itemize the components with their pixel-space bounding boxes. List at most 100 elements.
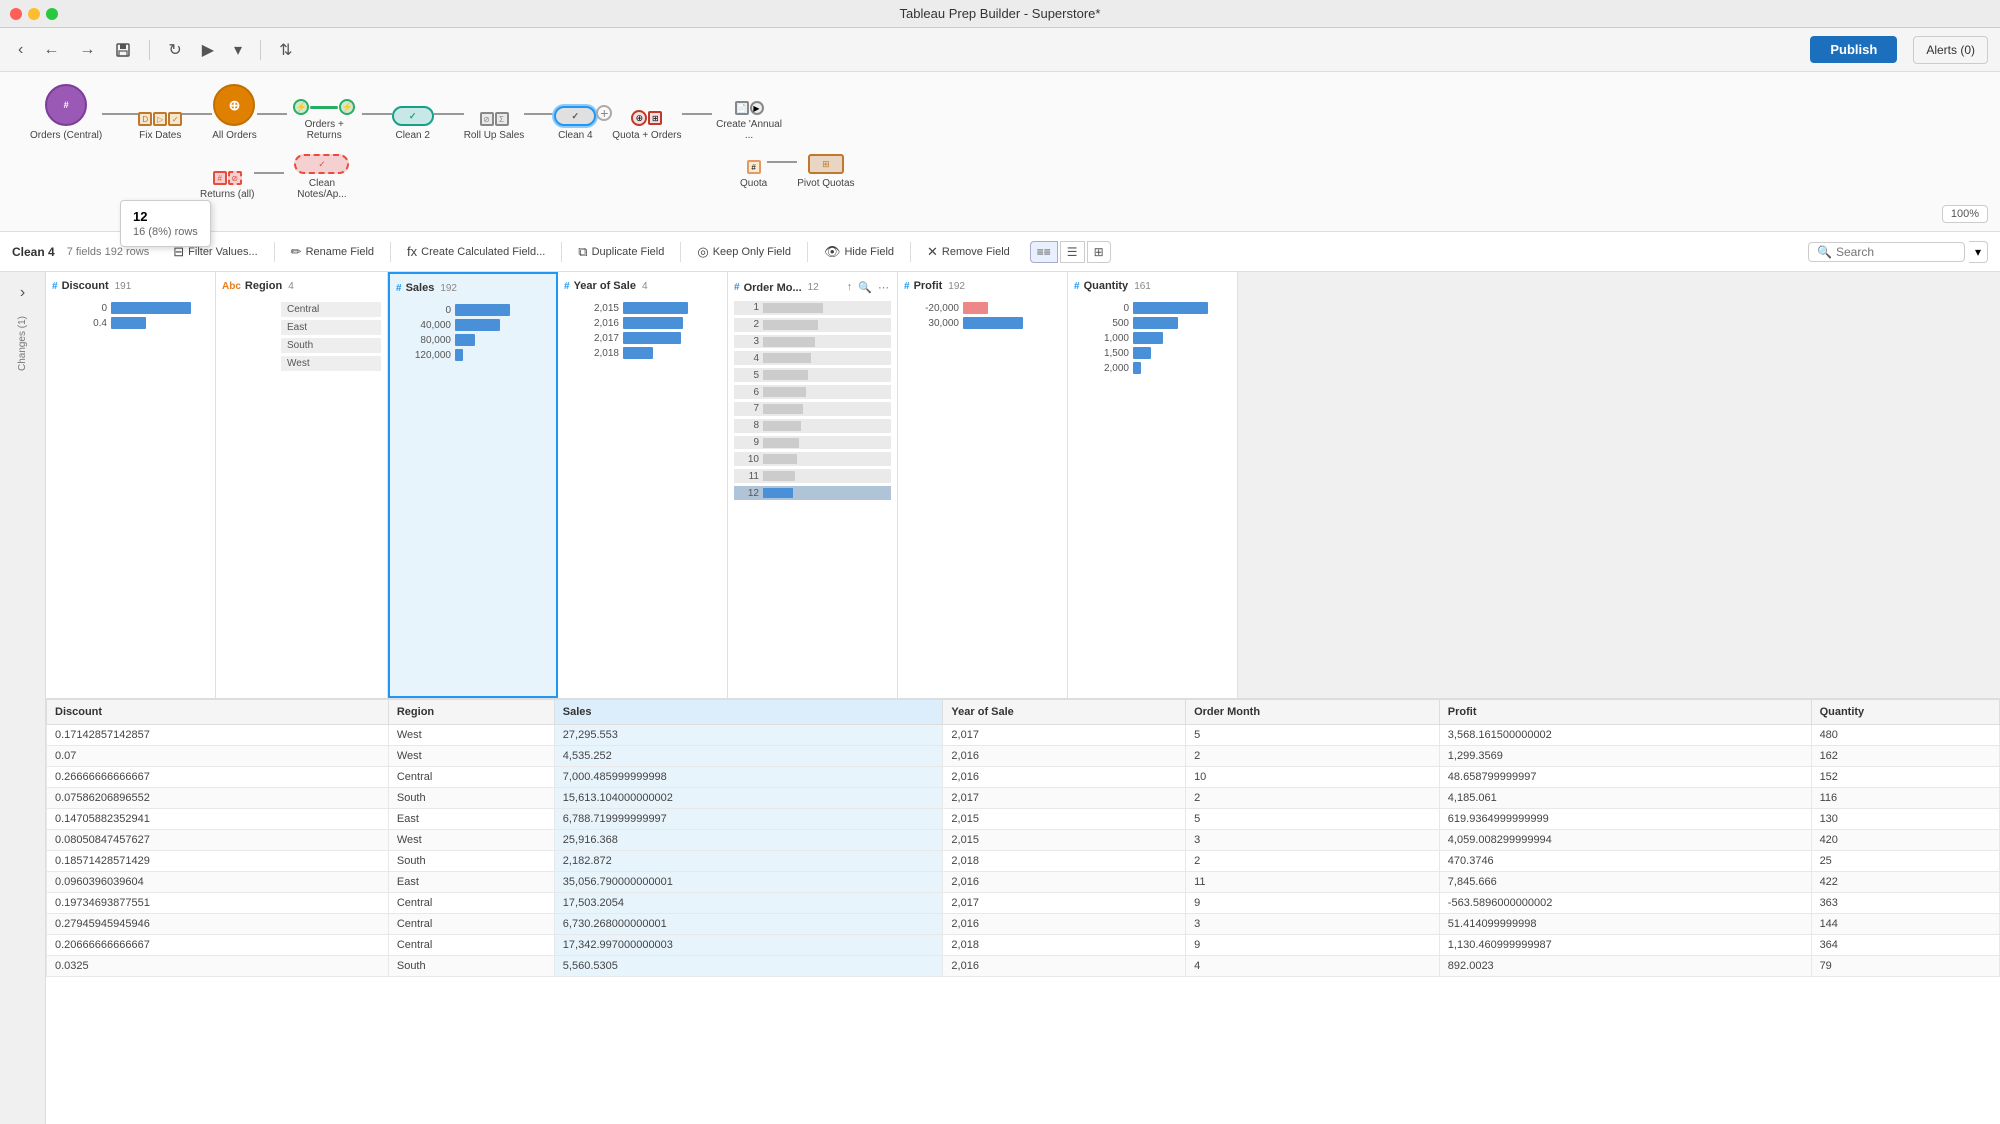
node-quota[interactable]: # Quota: [740, 160, 767, 189]
duplicate-field-button[interactable]: ⧉ Duplicate Field: [570, 240, 672, 264]
field-card-profit[interactable]: # Profit 192 -20,000 30,000: [898, 272, 1068, 698]
month-bar-7: 7: [734, 402, 891, 416]
arrange-button[interactable]: ⇅: [273, 36, 298, 64]
field-name-region: Region: [245, 280, 282, 292]
table-row: 0.0960396039604East35,056.7900000000012,…: [47, 871, 2000, 892]
col-header-region[interactable]: Region: [388, 699, 554, 724]
table-cell: 4,059.008299999994: [1439, 829, 1811, 850]
add-connection-button[interactable]: +: [596, 105, 612, 121]
node-orders-returns[interactable]: ⚡ ⚡ Orders + Returns: [287, 99, 362, 141]
field-card-sales[interactable]: # Sales 192 0 40,000 80,000: [388, 272, 558, 698]
create-calc-button[interactable]: fx Create Calculated Field...: [399, 240, 553, 263]
list-view-button[interactable]: ☰: [1060, 241, 1085, 263]
node-clean-4-label: Clean 4: [558, 130, 592, 141]
node-quota-orders[interactable]: ⊕ ⊞ Quota + Orders: [612, 110, 681, 141]
field-name-profit: Profit: [914, 280, 943, 292]
col-header-profit[interactable]: Profit: [1439, 699, 1811, 724]
hide-field-button[interactable]: 👁 Hide Field: [816, 240, 902, 264]
node-clean-notes[interactable]: ✓ Clean Notes/Ap...: [284, 154, 359, 200]
node-clean-4[interactable]: ✓ Clean 4: [554, 106, 596, 141]
col-header-discount[interactable]: Discount: [47, 699, 389, 724]
table-cell: 17,342.997000000003: [554, 934, 943, 955]
back-button[interactable]: ←: [37, 37, 65, 63]
maximize-button[interactable]: [46, 8, 58, 20]
table-cell: East: [388, 808, 554, 829]
table-cell: 0.27945945945946: [47, 913, 389, 934]
region-value: Central: [281, 302, 381, 317]
bar-fill: [455, 304, 510, 316]
col-header-sales[interactable]: Sales: [554, 699, 943, 724]
alerts-button[interactable]: Alerts (0): [1913, 36, 1988, 64]
col-header-year[interactable]: Year of Sale: [943, 699, 1186, 724]
table-cell: West: [388, 829, 554, 850]
rename-field-button[interactable]: ✏ Rename Field: [283, 240, 382, 264]
table-cell: 2,015: [943, 829, 1186, 850]
run-options-button[interactable]: ▾: [228, 36, 248, 64]
minimize-button[interactable]: [28, 8, 40, 20]
search-box[interactable]: 🔍: [1808, 242, 1965, 262]
field-card-quantity[interactable]: # Quantity 161 0 500 1,000: [1068, 272, 1238, 698]
table-cell: 4: [1186, 955, 1440, 976]
filter-icon[interactable]: 🔍: [856, 280, 874, 295]
field-card-year-of-sale[interactable]: # Year of Sale 4 2,015 2,016 2,017: [558, 272, 728, 698]
month-bar-11: 11: [734, 469, 891, 483]
field-card-discount[interactable]: # Discount 191 0 0.4: [46, 272, 216, 698]
more-icon[interactable]: ⋯: [876, 280, 891, 295]
field-card-order-month[interactable]: # Order Mo... 12 ↑ 🔍 ⋯ 1 2 3 4 5 6: [728, 272, 898, 698]
run-button[interactable]: ▶: [196, 36, 220, 64]
remove-field-button[interactable]: ✕ Remove Field: [919, 240, 1018, 264]
table-cell: East: [388, 871, 554, 892]
traffic-lights: [10, 8, 58, 20]
table-cell: 2,016: [943, 955, 1186, 976]
bar-chart-year: 2,015 2,016 2,017 2,018: [564, 298, 721, 363]
table-cell: 2,016: [943, 745, 1186, 766]
bar-row: 0: [396, 304, 550, 316]
grid-view-button[interactable]: ⊞: [1087, 241, 1111, 263]
profile-area: # Discount 191 0 0.4: [46, 272, 2000, 1124]
table-cell: 2,017: [943, 787, 1186, 808]
collapse-panel-button[interactable]: ›: [20, 284, 25, 302]
publish-button[interactable]: Publish: [1810, 36, 1897, 63]
node-all-orders[interactable]: ⊕ All Orders: [212, 84, 256, 141]
field-name-discount: Discount: [62, 280, 109, 292]
type-icon-region: Abc: [222, 281, 241, 292]
filter-values-button[interactable]: ⊟ Filter Values...: [165, 240, 265, 264]
forward-button[interactable]: →: [73, 37, 101, 63]
table-cell: 48.658799999997: [1439, 766, 1811, 787]
field-card-region[interactable]: Abc Region 4 Central East South: [216, 272, 388, 698]
node-fix-dates[interactable]: D ▷ ✓ Fix Dates: [138, 112, 182, 141]
save-button[interactable]: [109, 38, 137, 62]
month-bar-5: 5: [734, 368, 891, 382]
table-cell: 2: [1186, 745, 1440, 766]
profile-view-button[interactable]: ≡≡: [1030, 241, 1058, 263]
node-orders-central[interactable]: # Orders (Central): [30, 84, 102, 141]
bar-fill: [1133, 317, 1178, 329]
bar-chart-sales: 0 40,000 80,000 120,000: [396, 300, 550, 365]
refresh-button[interactable]: ↻: [162, 36, 187, 64]
col-header-order-month[interactable]: Order Month: [1186, 699, 1440, 724]
close-button[interactable]: [10, 8, 22, 20]
table-cell: 0.18571428571429: [47, 850, 389, 871]
table-cell: 27,295.553: [554, 724, 943, 745]
zoom-level: 100%: [1942, 205, 1988, 223]
table-cell: 25: [1811, 850, 1999, 871]
profile-cards-area: # Discount 191 0 0.4: [46, 272, 2000, 699]
search-icon: 🔍: [1817, 245, 1832, 259]
search-dropdown-button[interactable]: ▾: [1969, 241, 1988, 263]
node-returns-all-label: Returns (all): [200, 189, 254, 200]
table-cell: 5: [1186, 724, 1440, 745]
search-input[interactable]: [1836, 245, 1956, 259]
node-pivot-quotas[interactable]: ⊞ Pivot Quotas: [797, 154, 854, 189]
remove-icon: ✕: [927, 244, 938, 260]
keep-only-button[interactable]: ◎ Keep Only Field: [689, 240, 799, 264]
node-returns-all[interactable]: # ⊘ Returns (all): [200, 171, 254, 200]
node-create-annual[interactable]: 📄 ▶ Create 'Annual ...: [712, 101, 787, 141]
node-clean-2[interactable]: ✓ Clean 2: [392, 106, 434, 141]
sidebar-toggle-button[interactable]: ‹: [12, 37, 29, 63]
sort-asc-icon[interactable]: ↑: [845, 280, 855, 295]
col-header-quantity[interactable]: Quantity: [1811, 699, 1999, 724]
titlebar: Tableau Prep Builder - Superstore*: [0, 0, 2000, 28]
table-cell: 892.0023: [1439, 955, 1811, 976]
node-rollup-sales[interactable]: ⊘ Σ Roll Up Sales: [464, 112, 525, 141]
bar-fill: [455, 319, 500, 331]
